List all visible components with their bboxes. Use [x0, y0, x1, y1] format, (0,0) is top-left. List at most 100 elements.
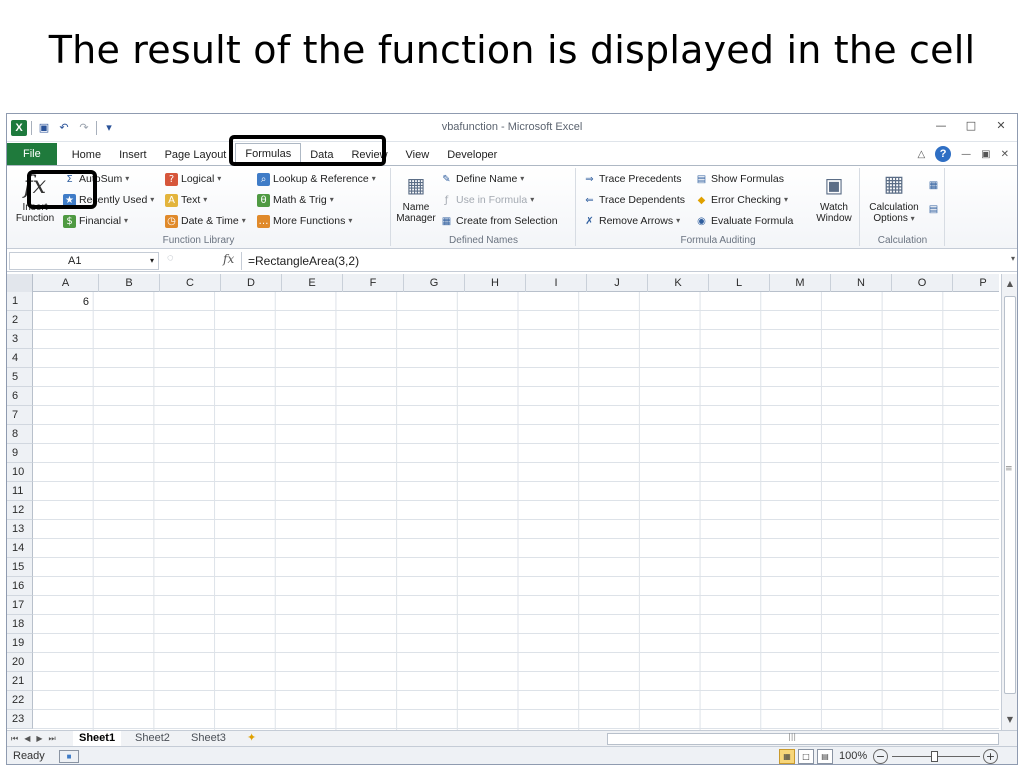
zoom-level[interactable]: 100% — [839, 750, 867, 762]
fx-icon[interactable]: fx — [223, 252, 234, 266]
column-header[interactable]: K — [648, 274, 709, 292]
page-layout-view-icon[interactable]: □ — [798, 749, 814, 764]
zoom-slider-thumb[interactable] — [931, 751, 938, 762]
help-icon[interactable]: ? — [935, 146, 952, 162]
show-formulas-button[interactable]: ▤ Show Formulas — [695, 170, 784, 188]
sheet-tab-sheet1[interactable]: Sheet1 — [73, 731, 122, 746]
workbook-minimize-icon[interactable]: — — [961, 149, 971, 160]
row-header[interactable]: 13 — [7, 520, 33, 539]
prev-sheet-icon[interactable]: ◀ — [24, 731, 30, 747]
row-header[interactable]: 18 — [7, 615, 33, 634]
row-header[interactable]: 20 — [7, 653, 33, 672]
row-header[interactable]: 6 — [7, 387, 33, 406]
column-header[interactable]: F — [343, 274, 404, 292]
minimize-ribbon-icon[interactable]: △ — [917, 149, 925, 160]
name-manager-button[interactable]: ▦ Name Manager — [394, 170, 438, 224]
calculation-options-button[interactable]: ▦ Calculation Options ▾ — [865, 170, 923, 224]
zoom-out-icon[interactable]: − — [873, 749, 888, 764]
last-sheet-icon[interactable]: ⏭ — [49, 731, 56, 747]
row-header[interactable]: 1 — [7, 292, 33, 311]
row-header[interactable]: 9 — [7, 444, 33, 463]
row-header[interactable]: 2 — [7, 311, 33, 330]
name-box[interactable]: A1 ▾ — [9, 252, 159, 270]
column-header[interactable]: D — [221, 274, 282, 292]
select-all-corner[interactable] — [7, 274, 33, 292]
minimize-icon[interactable]: — — [933, 118, 949, 134]
row-header[interactable]: 11 — [7, 482, 33, 501]
logical-button[interactable]: ? Logical ▾ — [165, 170, 221, 188]
date-time-button[interactable]: ◷ Date & Time ▾ — [165, 212, 246, 230]
horizontal-scrollbar[interactable]: ||| — [607, 732, 999, 745]
column-header[interactable]: J — [587, 274, 648, 292]
row-header[interactable]: 22 — [7, 691, 33, 710]
calculate-now-button[interactable]: ▦ — [927, 176, 940, 194]
column-header[interactable]: M — [770, 274, 831, 292]
row-header[interactable]: 12 — [7, 501, 33, 520]
column-header[interactable]: C — [160, 274, 221, 292]
row-header[interactable]: 19 — [7, 634, 33, 653]
column-header[interactable]: G — [404, 274, 465, 292]
row-header[interactable]: 15 — [7, 558, 33, 577]
row-header[interactable]: 5 — [7, 368, 33, 387]
zoom-in-icon[interactable]: + — [983, 749, 998, 764]
vertical-scroll-thumb[interactable] — [1004, 296, 1016, 694]
sheet-tab-sheet3[interactable]: Sheet3 — [185, 731, 232, 746]
define-name-button[interactable]: ✎ Define Name ▾ — [440, 170, 524, 188]
row-header[interactable]: 16 — [7, 577, 33, 596]
next-sheet-icon[interactable]: ▶ — [36, 731, 42, 747]
use-in-formula-button[interactable]: ƒ Use in Formula ▾ — [440, 191, 534, 209]
financial-button[interactable]: $ Financial ▾ — [63, 212, 128, 230]
row-header[interactable]: 17 — [7, 596, 33, 615]
cell-grid[interactable] — [33, 292, 999, 730]
sheet-tab-sheet2[interactable]: Sheet2 — [129, 731, 176, 746]
trace-precedents-button[interactable]: ⇒ Trace Precedents — [583, 170, 681, 188]
tab-view[interactable]: View — [397, 145, 439, 165]
error-checking-button[interactable]: ◆ Error Checking ▾ — [695, 191, 788, 209]
row-header[interactable]: 10 — [7, 463, 33, 482]
tab-page-layout[interactable]: Page Layout — [156, 145, 236, 165]
insert-sheet-icon[interactable]: ✦ — [241, 731, 262, 746]
math-trig-button[interactable]: θ Math & Trig ▾ — [257, 191, 334, 209]
row-header[interactable]: 8 — [7, 425, 33, 444]
lookup-reference-button[interactable]: ⌕ Lookup & Reference ▾ — [257, 170, 376, 188]
tab-developer[interactable]: Developer — [438, 145, 506, 165]
row-header[interactable]: 23 — [7, 710, 33, 729]
cell-a1[interactable]: 6 — [35, 293, 93, 311]
scroll-up-icon[interactable]: ▲ — [1002, 276, 1017, 292]
formula-input[interactable]: =RectangleArea(3,2) — [241, 252, 1003, 270]
workbook-close-icon[interactable]: ✕ — [1001, 149, 1009, 160]
column-header[interactable]: A — [33, 274, 99, 292]
normal-view-icon[interactable]: ▦ — [779, 749, 795, 764]
vertical-scrollbar[interactable]: ▲ ≡ ▼ — [1001, 274, 1017, 730]
scroll-down-icon[interactable]: ▼ — [1002, 712, 1017, 728]
tab-home[interactable]: Home — [63, 145, 110, 165]
row-header[interactable]: 7 — [7, 406, 33, 425]
macro-recording-icon[interactable]: ■ — [59, 750, 79, 763]
text-button[interactable]: A Text ▾ — [165, 191, 207, 209]
row-header[interactable]: 4 — [7, 349, 33, 368]
column-header[interactable]: E — [282, 274, 343, 292]
column-header[interactable]: P — [953, 274, 999, 292]
column-header[interactable]: H — [465, 274, 526, 292]
more-functions-button[interactable]: … More Functions ▾ — [257, 212, 352, 230]
expand-formula-bar-icon[interactable]: ▾ — [1011, 254, 1015, 263]
trace-dependents-button[interactable]: ⇐ Trace Dependents — [583, 191, 685, 209]
remove-arrows-button[interactable]: ✗ Remove Arrows ▾ — [583, 212, 680, 230]
row-header[interactable]: 3 — [7, 330, 33, 349]
row-header[interactable]: 21 — [7, 672, 33, 691]
close-icon[interactable]: ✕ — [993, 118, 1009, 134]
column-header[interactable]: I — [526, 274, 587, 292]
create-from-selection-button[interactable]: ▦ Create from Selection — [440, 212, 558, 230]
calculate-sheet-button[interactable]: ▤ — [927, 200, 940, 218]
restore-icon[interactable]: □ — [963, 118, 979, 134]
watch-window-button[interactable]: ▣ Watch Window — [811, 170, 857, 224]
chevron-down-icon[interactable]: ▾ — [150, 253, 154, 269]
page-break-view-icon[interactable]: ▤ — [817, 749, 833, 764]
tab-file[interactable]: File — [7, 143, 57, 165]
column-header[interactable]: O — [892, 274, 953, 292]
row-header[interactable]: 14 — [7, 539, 33, 558]
column-header[interactable]: B — [99, 274, 160, 292]
workbook-restore-icon[interactable]: ▣ — [981, 149, 990, 160]
column-header[interactable]: N — [831, 274, 892, 292]
evaluate-formula-button[interactable]: ◉ Evaluate Formula — [695, 212, 793, 230]
